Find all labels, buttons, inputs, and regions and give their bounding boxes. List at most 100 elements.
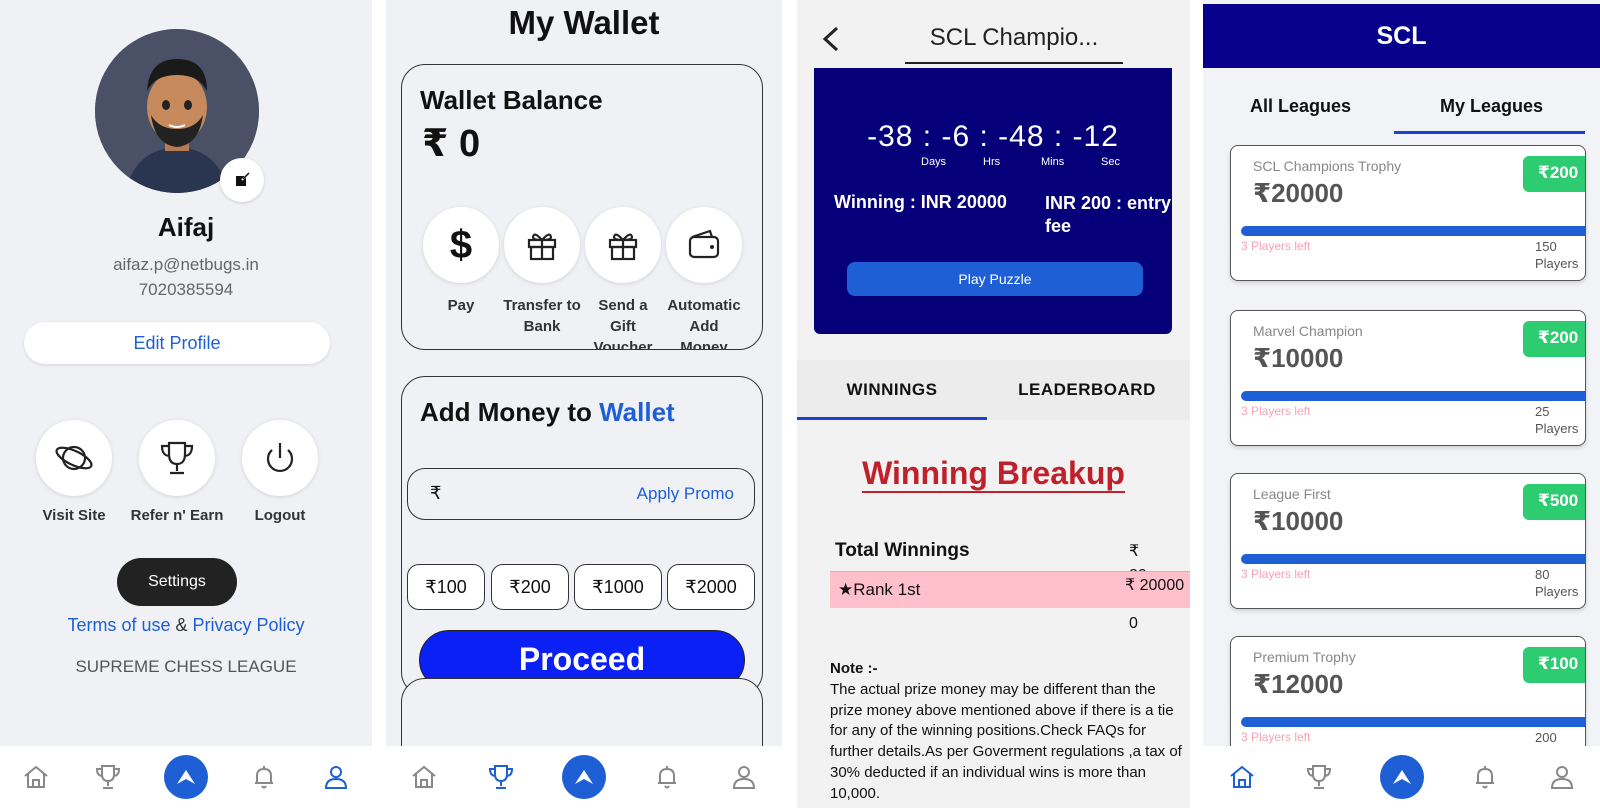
wallet-balance-card: Wallet Balance ₹ 0 $ Pay Transfer to Ban… [401, 64, 763, 350]
mins-unit: Mins [1041, 156, 1065, 168]
winning-breakup-heading: Winning Breakup [797, 455, 1190, 493]
players-left: 3 Players left [1241, 239, 1311, 253]
amount-chip-100[interactable]: ₹100 [407, 564, 485, 610]
total-winnings-row: Total Winnings ₹ 20 00 0 [830, 534, 1160, 632]
back-icon[interactable] [819, 24, 843, 54]
league-prize: ₹10000 [1253, 343, 1344, 373]
page-title: My Wallet [508, 4, 660, 41]
sec-unit: Sec [1101, 156, 1120, 168]
profile-email: aifaz.p@netbugs.in [113, 255, 259, 274]
power-icon [266, 443, 294, 472]
tab-winnings[interactable]: WINNINGS [797, 360, 987, 420]
amount-chip-1000[interactable]: ₹1000 [574, 564, 662, 610]
bell-icon[interactable] [248, 761, 280, 793]
trophy-icon[interactable] [92, 761, 124, 793]
hrs-unit: Hrs [983, 156, 1001, 168]
header: SCL Champio... [797, 0, 1190, 66]
wallet-icon [666, 207, 742, 283]
progress-bar [1241, 554, 1585, 564]
send-gift-label: Send a Gift Voucher [593, 297, 653, 350]
amp-text: & [175, 615, 188, 635]
league-title: Marvel Champion [1253, 323, 1363, 339]
automatic-add-button[interactable]: Automatic Add Money [665, 207, 743, 349]
countdown-timer: -38 : -6 : -48 : -12 [867, 120, 1119, 153]
winning-amount: Winning : INR 20000 [834, 192, 1007, 212]
note-body: The actual prize money may be different … [830, 681, 1182, 802]
players-count: 25 Players [1535, 404, 1579, 436]
apply-promo-link[interactable]: Apply Promo [637, 484, 734, 504]
terms-link[interactable]: Terms of use [67, 615, 170, 635]
tab-my-leagues[interactable]: My Leagues [1440, 96, 1543, 117]
logout-button[interactable] [242, 420, 318, 496]
players-left: 3 Players left [1241, 567, 1311, 581]
currency-symbol: ₹ [430, 483, 442, 503]
tab-indicator [1394, 131, 1585, 134]
league-prize: ₹12000 [1253, 669, 1344, 699]
privacy-link[interactable]: Privacy Policy [193, 615, 305, 635]
add-money-highlight: Wallet [599, 397, 675, 427]
home-icon[interactable] [1226, 761, 1258, 793]
add-money-prefix: Add Money to [420, 397, 592, 427]
leagues-screen: SCL All Leagues My Leagues SCL Champions… [1203, 0, 1600, 808]
refer-earn-button[interactable] [139, 420, 215, 496]
trophy-icon[interactable] [485, 761, 517, 793]
tournament-screen: SCL Champio... -38 : -6 : -48 : -12 Days… [797, 0, 1190, 808]
navigate-icon[interactable] [1379, 755, 1424, 799]
league-prize: ₹20000 [1253, 178, 1344, 208]
players-left: 3 Players left [1241, 404, 1311, 418]
trophy-icon[interactable] [1303, 761, 1335, 793]
rank-value: ₹ 20000 [1125, 577, 1185, 594]
visit-site-button[interactable] [36, 420, 112, 496]
wallet-balance-title: Wallet Balance [420, 85, 603, 115]
bell-icon[interactable] [651, 761, 683, 793]
user-icon[interactable] [320, 761, 352, 793]
trophy-icon [160, 441, 194, 475]
entry-fee-badge[interactable]: ₹200 [1523, 156, 1585, 192]
profile-screen: Aifaj aifaz.p@netbugs.in 7020385594 Edit… [0, 0, 372, 808]
progress-bar [1241, 391, 1585, 401]
user-icon[interactable] [1546, 761, 1578, 793]
home-icon[interactable] [20, 761, 52, 793]
pay-label: Pay [447, 297, 475, 314]
amount-chip-2000[interactable]: ₹2000 [667, 564, 755, 610]
league-title: League First [1253, 486, 1331, 502]
entry-fee-badge[interactable]: ₹200 [1523, 321, 1585, 357]
navigate-icon[interactable] [164, 755, 208, 799]
home-icon[interactable] [408, 761, 440, 793]
league-title: Premium Trophy [1253, 649, 1356, 665]
tab-all-leagues[interactable]: All Leagues [1250, 96, 1351, 117]
progress-bar [1241, 226, 1585, 236]
timer-card: -38 : -6 : -48 : -12 Days Hrs Mins Sec W… [814, 68, 1172, 334]
navigate-icon[interactable] [561, 755, 606, 799]
entry-fee-badge[interactable]: ₹100 [1523, 647, 1585, 683]
transfer-bank-label: Transfer to Bank [503, 297, 581, 335]
progress-bar [1241, 717, 1585, 727]
send-gift-button[interactable]: Send a Gift Voucher [584, 207, 662, 350]
play-puzzle-button[interactable]: Play Puzzle [847, 262, 1143, 296]
edit-profile-button[interactable]: Edit Profile [24, 322, 330, 364]
league-card[interactable]: Marvel Champion ₹10000 ₹200 3 Players le… [1230, 310, 1586, 446]
logout-label: Logout [254, 507, 306, 524]
entry-fee-badge[interactable]: ₹500 [1523, 484, 1585, 520]
policy-links: Terms of use & Privacy Policy [0, 615, 372, 636]
gift-icon [585, 207, 661, 283]
tab-leaderboard[interactable]: LEADERBOARD [987, 360, 1187, 420]
amount-input[interactable]: ₹ Apply Promo [407, 468, 755, 520]
bell-icon[interactable] [1469, 761, 1501, 793]
amount-chip-200[interactable]: ₹200 [491, 564, 569, 610]
title-underline [905, 62, 1123, 64]
total-winnings-label: Total Winnings [835, 540, 970, 561]
players-count: 80 Players [1535, 567, 1579, 599]
profile-name: Aifaj [157, 212, 215, 242]
dollar-icon: $ [423, 207, 499, 283]
transfer-bank-button[interactable]: Transfer to Bank [503, 207, 581, 337]
edit-avatar-button[interactable] [220, 158, 264, 202]
user-icon[interactable] [728, 761, 760, 793]
pay-button[interactable]: $ Pay [422, 207, 500, 316]
league-card[interactable]: League First ₹10000 ₹500 3 Players left … [1230, 473, 1586, 609]
refer-earn-label: Refer n' Earn [130, 507, 224, 524]
league-card[interactable]: SCL Champions Trophy ₹20000 ₹200 3 Playe… [1230, 145, 1586, 281]
league-title: SCL Champions Trophy [1253, 158, 1402, 174]
settings-button[interactable]: Settings [117, 558, 237, 606]
rank-row: ★Rank 1st ₹ 20000 [830, 571, 1190, 608]
